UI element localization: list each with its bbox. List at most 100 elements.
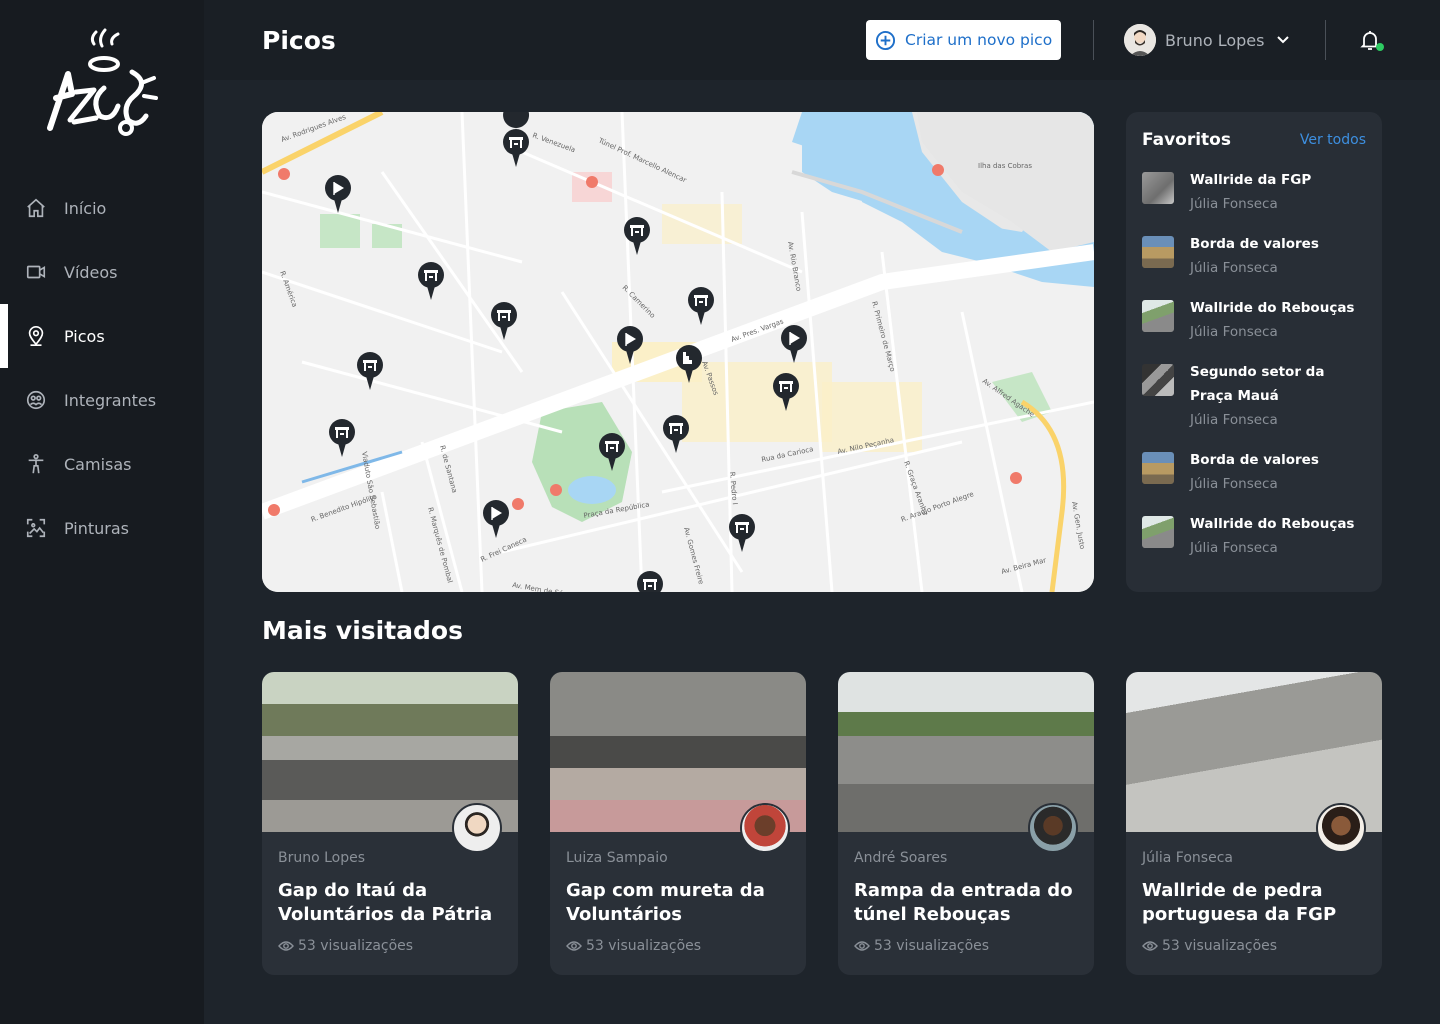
- favorite-item[interactable]: Wallride do Rebouças Júlia Fonseca: [1142, 512, 1370, 560]
- sidebar-item-label: Vídeos: [64, 262, 118, 282]
- bench-pin-icon[interactable]: [623, 216, 651, 256]
- sidebar-item-picos[interactable]: Picos: [0, 304, 204, 368]
- favorite-author: Júlia Fonseca: [1190, 476, 1278, 492]
- favorite-item[interactable]: Borda de valores Júlia Fonseca: [1142, 232, 1370, 280]
- plus-circle-icon: [875, 30, 896, 50]
- picos-map[interactable]: Av. Rodrigues Alves R. Venezuela Túnel P…: [262, 112, 1094, 592]
- eye-icon: [854, 941, 870, 951]
- favorites-title: Favoritos: [1142, 130, 1231, 150]
- avatar: [1028, 803, 1078, 853]
- bench-pin-icon[interactable]: [662, 414, 690, 454]
- favorites-list: Wallride da FGP Júlia Fonseca Borda de va…: [1142, 168, 1370, 576]
- card-author: Bruno Lopes: [278, 850, 366, 866]
- video-icon: [24, 260, 48, 284]
- favorite-item[interactable]: Wallride do Rebouças Júlia Fonseca: [1142, 296, 1370, 344]
- card-title: Wallride de pedra portuguesa da FGP: [1142, 880, 1337, 925]
- user-menu[interactable]: Bruno Lopes: [1124, 22, 1290, 58]
- card-author: Júlia Fonseca: [1142, 850, 1233, 866]
- person-icon: [24, 452, 48, 476]
- card-title: Gap com mureta da Voluntários: [566, 880, 765, 925]
- bench-pin-icon[interactable]: [687, 286, 715, 326]
- favorite-item[interactable]: Segundo setor da Praça Mauá Júlia Fonseca: [1142, 360, 1370, 432]
- sidebar-item-label: Início: [64, 198, 107, 218]
- create-pico-label: Criar um novo pico: [905, 31, 1053, 49]
- favorite-name: Wallride do Rebouças: [1190, 516, 1355, 532]
- notification-dot: [1376, 43, 1384, 51]
- card-author: Luiza Sampaio: [566, 850, 668, 866]
- sidebar-item-pinturas[interactable]: Pinturas: [0, 496, 204, 560]
- avatar: [740, 803, 790, 853]
- eye-icon: [566, 941, 582, 951]
- sidebar-item-label: Picos: [64, 326, 105, 346]
- home-icon: [24, 196, 48, 220]
- azos-logo[interactable]: [40, 24, 164, 148]
- spot-card[interactable]: Bruno Lopes Gap do Itaú da Voluntários d…: [262, 672, 518, 975]
- card-title: Gap do Itaú da Voluntários da Pátria: [278, 880, 493, 925]
- favorite-name: Segundo setor da Praça Mauá: [1190, 364, 1325, 404]
- bench-pin-icon[interactable]: [502, 128, 530, 168]
- spot-thumbnail: [1142, 172, 1174, 204]
- map-pin-icon: [24, 324, 48, 348]
- people-icon: [24, 388, 48, 412]
- favorite-author: Júlia Fonseca: [1190, 196, 1278, 212]
- eye-icon: [1142, 941, 1158, 951]
- views-label: 53 visualizações: [298, 938, 414, 954]
- spot-card[interactable]: André Soares Rampa da entrada do túnel R…: [838, 672, 1094, 975]
- favorite-item[interactable]: Wallride da FGP Júlia Fonseca: [1142, 168, 1370, 216]
- card-views: 53 visualizações: [278, 938, 413, 954]
- sidebar-item-integrantes[interactable]: Integrantes: [0, 368, 204, 432]
- bench-pin-icon[interactable]: [356, 351, 384, 391]
- sidebar-nav: Início Vídeos Picos Integrantes Camisas: [0, 176, 204, 560]
- favorite-name: Wallride da FGP: [1190, 172, 1312, 188]
- favorite-name: Borda de valores: [1190, 452, 1319, 468]
- sidebar-item-inicio[interactable]: Início: [0, 176, 204, 240]
- card-views: 53 visualizações: [1142, 938, 1277, 954]
- sidebar-item-camisas[interactable]: Camisas: [0, 432, 204, 496]
- eye-icon: [278, 941, 294, 951]
- spot-thumbnail: [1142, 452, 1174, 484]
- user-name: Bruno Lopes: [1165, 30, 1265, 50]
- card-title: Rampa da entrada do túnel Rebouças: [854, 880, 1073, 925]
- most-visited-title: Mais visitados: [262, 616, 463, 645]
- avatar: [452, 803, 502, 853]
- favorite-author: Júlia Fonseca: [1190, 540, 1278, 556]
- views-label: 53 visualizações: [1162, 938, 1278, 954]
- bench-pin-icon[interactable]: [728, 513, 756, 553]
- spot-card[interactable]: Luiza Sampaio Gap com mureta da Voluntár…: [550, 672, 806, 975]
- favorite-name: Wallride do Rebouças: [1190, 300, 1355, 316]
- bench-pin-icon[interactable]: [328, 418, 356, 458]
- spot-thumbnail: [1142, 300, 1174, 332]
- page-title: Picos: [262, 26, 336, 55]
- favorite-author: Júlia Fonseca: [1190, 260, 1278, 276]
- flag-pin-icon[interactable]: [324, 174, 352, 214]
- favorite-author: Júlia Fonseca: [1190, 324, 1278, 340]
- spot-thumbnail: [1142, 516, 1174, 548]
- views-label: 53 visualizações: [874, 938, 990, 954]
- favorite-author: Júlia Fonseca: [1190, 412, 1278, 428]
- bench-pin-icon[interactable]: [490, 301, 518, 341]
- sidebar-item-videos[interactable]: Vídeos: [0, 240, 204, 304]
- flag-pin-icon[interactable]: [780, 324, 808, 364]
- map-pin-layer: [262, 112, 1094, 592]
- see-all-link[interactable]: Ver todos: [1300, 132, 1366, 148]
- stairs-pin-icon[interactable]: [675, 344, 703, 384]
- favorite-item[interactable]: Borda de valores Júlia Fonseca: [1142, 448, 1370, 496]
- bench-pin-icon[interactable]: [636, 570, 664, 592]
- bench-pin-icon[interactable]: [417, 261, 445, 301]
- create-pico-button[interactable]: Criar um novo pico: [866, 20, 1061, 60]
- top-header: Picos Criar um novo pico Bruno Lopes: [204, 0, 1440, 80]
- spot-thumbnail: [1142, 364, 1174, 396]
- card-author: André Soares: [854, 850, 948, 866]
- sidebar: Início Vídeos Picos Integrantes Camisas: [0, 0, 204, 1024]
- spot-card[interactable]: Júlia Fonseca Wallride de pedra portugue…: [1126, 672, 1382, 975]
- favorites-panel: Favoritos Ver todos Wallride da FGP Júlia…: [1126, 112, 1382, 592]
- sidebar-item-label: Integrantes: [64, 390, 157, 410]
- views-label: 53 visualizações: [586, 938, 702, 954]
- favorite-name: Borda de valores: [1190, 236, 1319, 252]
- sidebar-item-label: Camisas: [64, 454, 132, 474]
- flag-pin-icon[interactable]: [616, 325, 644, 365]
- flag-pin-icon[interactable]: [482, 499, 510, 539]
- bench-pin-icon[interactable]: [772, 372, 800, 412]
- avatar: [1124, 24, 1156, 56]
- bench-pin-icon[interactable]: [598, 432, 626, 472]
